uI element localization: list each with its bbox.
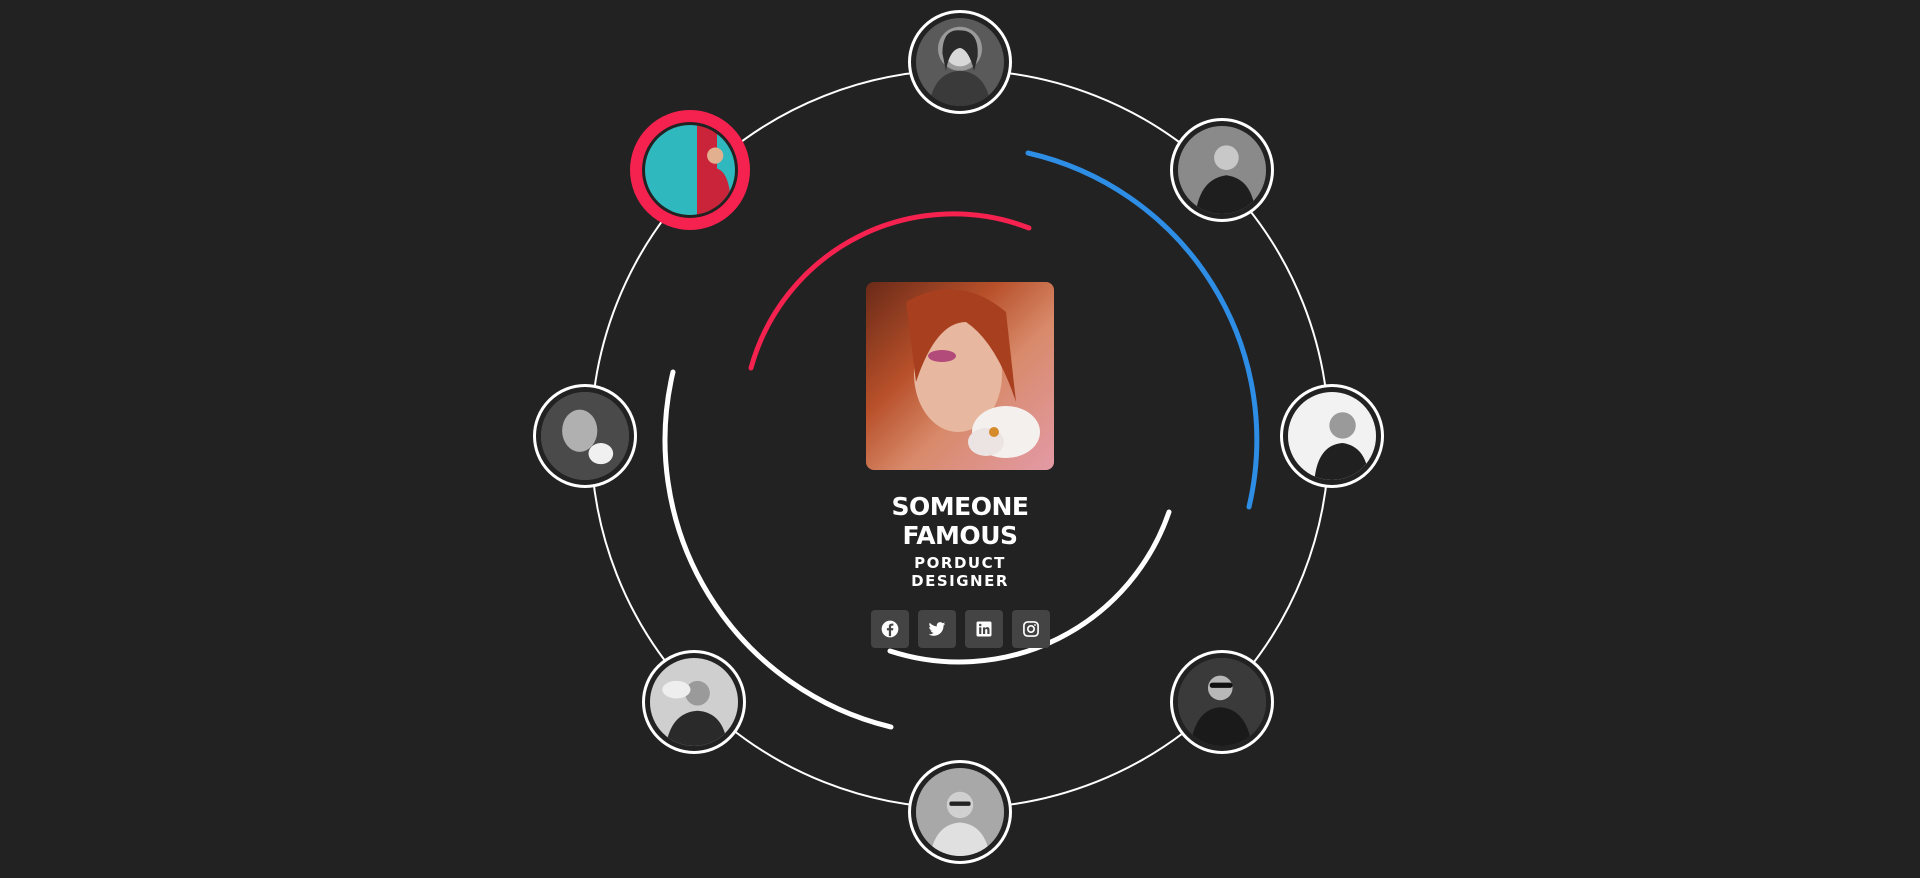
avatar-top-right[interactable] — [1170, 118, 1274, 222]
linkedin-icon — [976, 621, 991, 637]
instagram-icon — [1022, 621, 1039, 637]
avatar-photo — [1288, 392, 1376, 480]
profile-photo — [866, 282, 1054, 470]
avatar-right[interactable] — [1280, 384, 1384, 488]
twitter-icon — [928, 622, 945, 636]
profile-card: SOMEONE FAMOUS PORDUCT DESIGNER — [866, 282, 1054, 648]
profile-role: PORDUCT DESIGNER — [911, 554, 1009, 590]
instagram-button[interactable] — [1011, 610, 1050, 648]
avatar-bottom-left[interactable] — [642, 650, 746, 754]
avatar-photo — [916, 768, 1004, 856]
twitter-button[interactable] — [917, 610, 956, 648]
avatar-photo — [650, 658, 738, 746]
social-links — [866, 610, 1054, 648]
facebook-icon — [881, 620, 898, 638]
facebook-button[interactable] — [870, 610, 909, 648]
profile-name: SOMEONE FAMOUS — [891, 492, 1029, 550]
avatar-left[interactable] — [533, 384, 637, 488]
team-showcase: SOMEONE FAMOUS PORDUCT DESIGNER — [0, 0, 1920, 878]
avatar-photo — [541, 392, 629, 480]
avatar-photo — [916, 18, 1004, 106]
avatar-photo — [1178, 126, 1266, 214]
avatar-bottom[interactable] — [908, 760, 1012, 864]
avatar-bottom-right[interactable] — [1170, 650, 1274, 754]
avatar-top[interactable] — [908, 10, 1012, 114]
avatar-top-left[interactable] — [630, 110, 750, 230]
linkedin-button[interactable] — [964, 610, 1003, 648]
avatar-photo — [645, 125, 735, 215]
avatar-photo — [1178, 658, 1266, 746]
